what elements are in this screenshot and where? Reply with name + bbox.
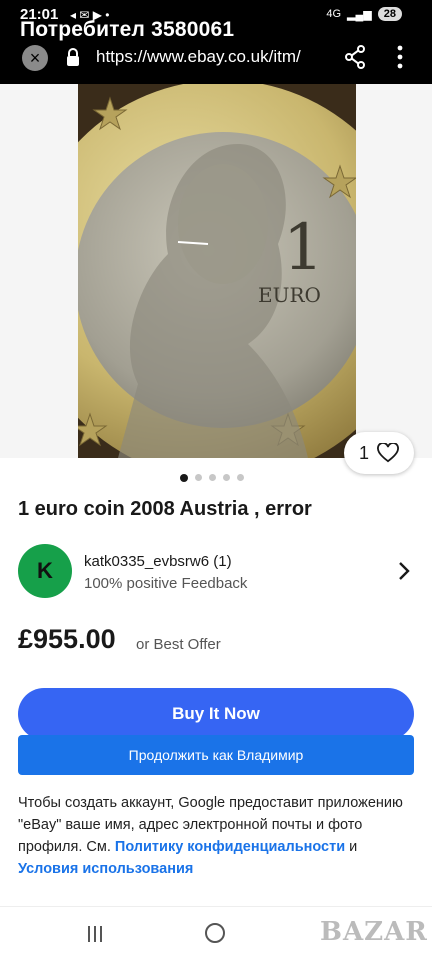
network-label: 4G	[326, 8, 342, 20]
coin-photo[interactable]: 1 EURO	[78, 84, 356, 458]
lock-icon	[67, 48, 79, 66]
svg-text:1: 1	[283, 211, 324, 285]
gallery-dot[interactable]	[237, 474, 244, 481]
privacy-policy-link[interactable]: Политику конфиденциальности	[115, 839, 345, 855]
home-icon[interactable]	[205, 923, 225, 943]
coin-euro-text: EURO	[258, 283, 321, 307]
more-menu-icon[interactable]	[390, 44, 410, 70]
gallery-dot[interactable]	[195, 474, 202, 481]
like-button[interactable]: 1	[344, 432, 414, 474]
buy-it-now-button[interactable]: Buy It Now	[18, 688, 414, 740]
gallery-dot[interactable]	[209, 474, 216, 481]
gallery-dot[interactable]	[223, 474, 230, 481]
seller-feedback: 100% positive Feedback	[84, 575, 248, 592]
recent-apps-icon[interactable]	[86, 925, 104, 943]
signal-icon: ▂▄▆	[347, 8, 372, 21]
seller-avatar[interactable]: K	[18, 544, 72, 598]
consent-and: и	[349, 839, 358, 855]
like-count: 1	[358, 442, 369, 463]
google-consent-text: Чтобы создать аккаунт, Google предостави…	[18, 792, 418, 880]
seller-name[interactable]: katk0335_evbsrw6 (1)	[84, 553, 232, 570]
chevron-right-icon[interactable]	[398, 560, 410, 582]
gallery-pagination	[180, 473, 244, 482]
terms-link[interactable]: Условия использования	[18, 861, 193, 877]
image-gallery[interactable]: 1 EURO	[0, 84, 432, 458]
browser-top-bar: 21:01 ◂ ✉ ▶ • 4G ▂▄▆ 28 Потребител 35800…	[0, 0, 432, 84]
share-icon[interactable]	[344, 45, 366, 69]
price: £955.00	[18, 624, 116, 654]
gallery-dot[interactable]	[180, 473, 188, 482]
best-offer-label: or Best Offer	[136, 636, 221, 653]
battery-badge: 28	[377, 7, 402, 21]
status-right: 4G ▂▄▆ 28	[326, 7, 402, 21]
bazar-watermark: BAZAR	[320, 917, 428, 947]
page-title: Потребител 3580061	[20, 18, 235, 41]
heart-icon	[377, 443, 399, 463]
google-continue-button[interactable]: Продолжить как Владимир	[18, 735, 414, 775]
item-title: 1 euro coin 2008 Austria , error	[18, 498, 312, 520]
close-icon[interactable]: ×	[22, 45, 48, 71]
system-nav-bar: BAZAR	[0, 906, 432, 960]
url-text[interactable]: https://www.ebay.co.uk/itm/	[96, 47, 301, 67]
